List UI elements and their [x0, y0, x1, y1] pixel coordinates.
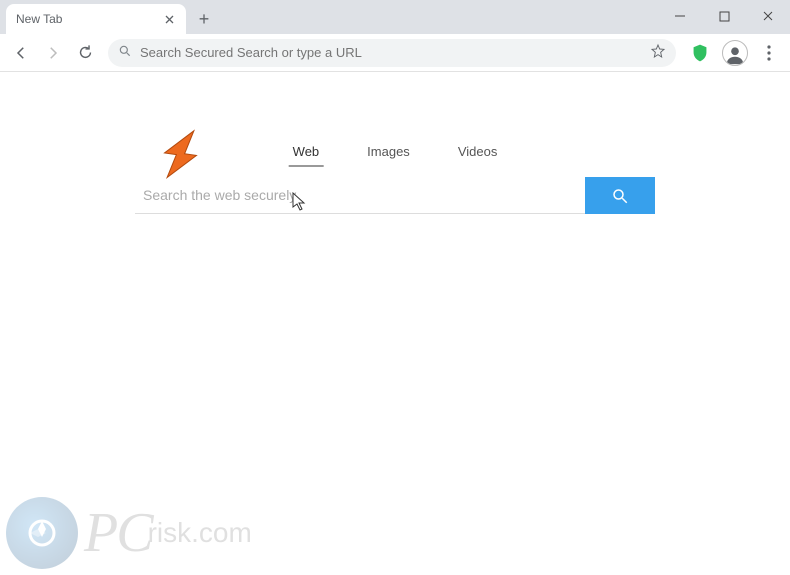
address-input[interactable]	[140, 45, 642, 60]
shield-extension-icon[interactable]	[684, 37, 716, 69]
window-controls	[658, 0, 790, 32]
tab-title: New Tab	[16, 12, 162, 26]
forward-button[interactable]	[38, 38, 68, 68]
kebab-menu-icon[interactable]	[754, 38, 784, 68]
watermark-badge-icon	[6, 497, 78, 569]
browser-tab[interactable]: New Tab	[6, 4, 186, 34]
search-category-tabs: Web Images Videos	[289, 144, 502, 167]
watermark-suffix: risk.com	[148, 522, 252, 544]
search-input[interactable]	[135, 177, 585, 214]
maximize-button[interactable]	[702, 0, 746, 32]
new-tab-button[interactable]: +	[190, 5, 218, 33]
close-window-button[interactable]	[746, 0, 790, 32]
tab-images[interactable]: Images	[363, 144, 414, 167]
watermark: PC risk.com	[6, 497, 252, 569]
profile-avatar[interactable]	[722, 40, 748, 66]
minimize-button[interactable]	[658, 0, 702, 32]
search-button[interactable]	[585, 177, 655, 214]
bookmark-star-icon[interactable]	[650, 43, 666, 62]
address-bar[interactable]	[108, 39, 676, 67]
watermark-prefix: PC	[84, 511, 152, 556]
back-button[interactable]	[6, 38, 36, 68]
reload-button[interactable]	[70, 38, 100, 68]
close-tab-icon[interactable]	[162, 12, 176, 26]
toolbar	[0, 34, 790, 72]
search-icon	[118, 44, 132, 61]
tab-web[interactable]: Web	[289, 144, 324, 167]
titlebar: New Tab +	[0, 0, 790, 34]
page-content: Web Images Videos PC risk.com	[0, 72, 790, 575]
search-row	[135, 177, 655, 214]
tab-videos[interactable]: Videos	[454, 144, 502, 167]
